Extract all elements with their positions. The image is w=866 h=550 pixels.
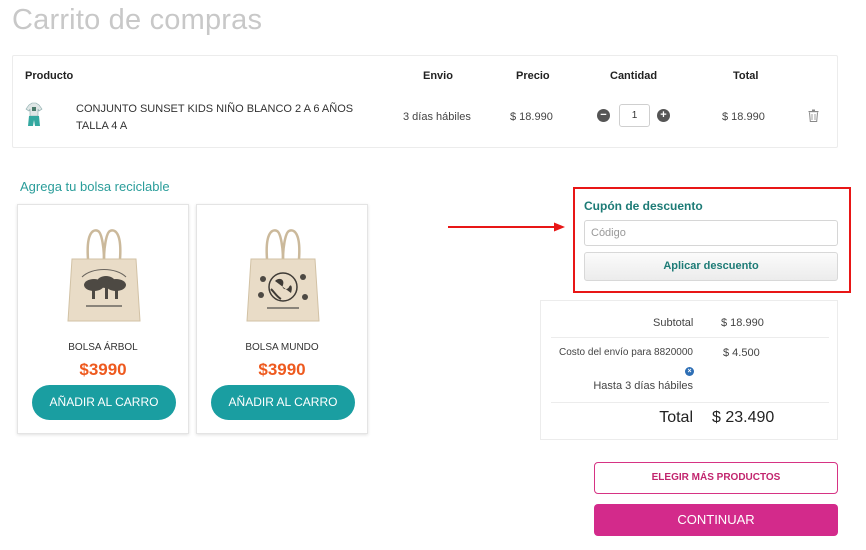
- bag-name: BOLSA MUNDO: [245, 342, 319, 353]
- arrow-right-icon: [448, 222, 565, 232]
- total-value: $ 23.490: [712, 409, 775, 426]
- close-circle-icon[interactable]: ×: [685, 367, 694, 376]
- add-to-cart-button[interactable]: AÑADIR AL CARRO: [211, 385, 355, 420]
- minus-circle-icon[interactable]: −: [597, 109, 610, 122]
- bag-card: BOLSA MUNDO $3990 AÑADIR AL CARRO: [196, 204, 368, 434]
- product-thumbnail[interactable]: [25, 102, 43, 128]
- cart-table: Producto Envio Precio Cantidad Total CON…: [12, 55, 838, 148]
- page-title: Carrito de compras: [12, 4, 263, 36]
- quantity-input[interactable]: [619, 104, 650, 127]
- header-quantity: Cantidad: [610, 70, 658, 82]
- apply-discount-button[interactable]: Aplicar descuento: [584, 252, 838, 281]
- order-summary: Subtotal $ 18.990 Costo del envío para 8…: [540, 300, 838, 440]
- plus-circle-icon[interactable]: +: [657, 109, 670, 122]
- choose-more-products-button[interactable]: ELEGIR MÁS PRODUCTOS: [594, 462, 838, 494]
- product-shipping: 3 días hábiles: [403, 111, 471, 123]
- bag-name: BOLSA ÁRBOL: [68, 342, 138, 353]
- continue-button[interactable]: CONTINUAR: [594, 504, 838, 536]
- coupon-section: Cupón de descuento Aplicar descuento: [573, 187, 851, 293]
- header-price: Precio: [516, 70, 550, 82]
- header-total: Total: [733, 70, 759, 82]
- header-product: Producto: [25, 70, 74, 82]
- total-label: Total: [659, 409, 693, 426]
- shipping-label: Costo del envío para 8820000: [559, 347, 693, 358]
- trash-icon[interactable]: [808, 109, 819, 122]
- product-price: $ 18.990: [510, 111, 553, 123]
- shipping-value: $ 4.500: [723, 347, 760, 359]
- subtotal-value: $ 18.990: [721, 317, 764, 329]
- product-total: $ 18.990: [722, 111, 765, 123]
- divider: [551, 402, 829, 403]
- bag-price: $3990: [79, 360, 127, 379]
- add-to-cart-button[interactable]: AÑADIR AL CARRO: [32, 385, 176, 420]
- coupon-code-input[interactable]: [584, 220, 838, 246]
- divider: [551, 337, 829, 338]
- shipping-time: Hasta 3 días hábiles: [593, 380, 693, 392]
- bag-tree-image: [67, 229, 141, 322]
- bags-section-title: Agrega tu bolsa reciclable: [20, 179, 170, 194]
- header-shipping: Envio: [423, 70, 453, 82]
- bag-world-image: [246, 229, 320, 322]
- coupon-title: Cupón de descuento: [584, 199, 703, 213]
- subtotal-label: Subtotal: [653, 317, 694, 329]
- product-name[interactable]: CONJUNTO SUNSET KIDS NIÑO BLANCO 2 A 6 A…: [76, 101, 376, 135]
- bag-price: $3990: [258, 360, 306, 379]
- bag-card: BOLSA ÁRBOL $3990 AÑADIR AL CARRO: [17, 204, 189, 434]
